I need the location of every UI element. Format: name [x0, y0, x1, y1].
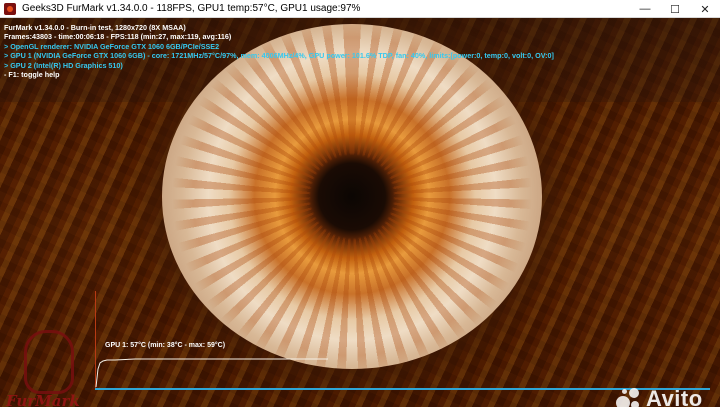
window-controls: — ☐ ✕	[630, 0, 720, 18]
overlay-renderer: > OpenGL renderer: NVIDIA GeForce GTX 10…	[4, 41, 220, 51]
furmark-logo-icon	[24, 330, 74, 394]
window-title-bar[interactable]: Geeks3D FurMark v1.34.0.0 - 118FPS, GPU1…	[0, 0, 720, 18]
graph-label: GPU 1: 57°C (min: 38°C - max: 59°C)	[105, 342, 226, 349]
overlay-title: FurMark v1.34.0.0 - Burn-in test, 1280x7…	[4, 23, 186, 32]
window-title: Geeks3D FurMark v1.34.0.0 - 118FPS, GPU1…	[22, 3, 361, 14]
furmark-app-icon	[4, 2, 16, 15]
overlay-gpu1: > GPU 1 (NVIDIA GeForce GTX 1060 6GB) - …	[4, 51, 554, 61]
overlay-gpu2: > GPU 2 (Intel(R) HD Graphics 510)	[4, 60, 123, 70]
avito-watermark: Avito	[614, 384, 703, 407]
temp-curve-line	[95, 358, 328, 388]
maximize-button[interactable]: ☐	[660, 0, 690, 18]
info-overlay: FurMark v1.34.0.0 - Burn-in test, 1280x7…	[4, 23, 554, 79]
close-button[interactable]: ✕	[690, 0, 720, 18]
avito-logo-icon	[614, 386, 642, 407]
gpu-temp-graph: GPU 1: 57°C (min: 38°C - max: 59°C)	[95, 291, 710, 393]
render-viewport[interactable]: FurMark v1.34.0.0 - Burn-in test, 1280x7…	[0, 18, 720, 407]
minimize-button[interactable]: —	[630, 0, 660, 18]
avito-watermark-text: Avito	[646, 386, 703, 407]
overlay-stats: Frames:43803 - time:00:06:18 - FPS:118 (…	[4, 32, 232, 42]
furmark-logo: FurMark	[6, 330, 92, 407]
overlay-help-hint: - F1: toggle help	[4, 70, 60, 80]
furmark-logo-text: FurMark	[6, 392, 80, 407]
